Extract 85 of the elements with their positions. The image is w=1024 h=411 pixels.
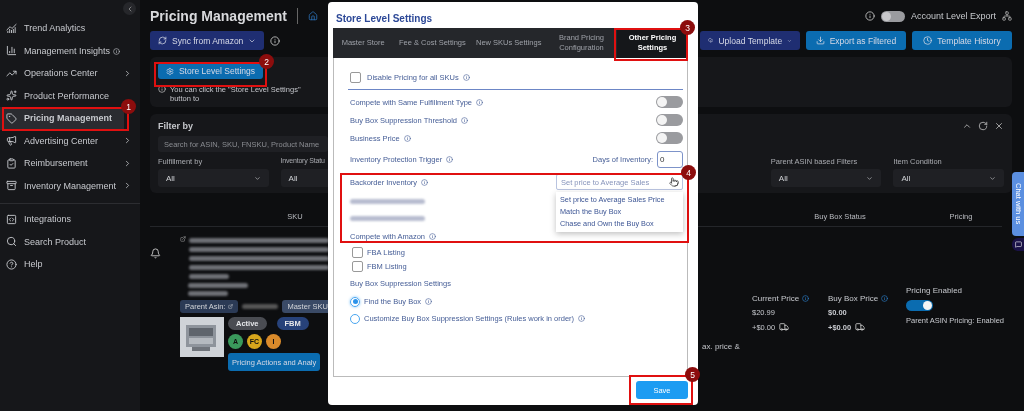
checkbox[interactable] [350,71,361,83]
filter-dropdown[interactable]: All [893,169,1004,187]
truck-icon [779,322,790,332]
checkbox[interactable] [352,260,363,272]
close-icon[interactable] [994,121,1004,131]
link-icon [228,304,234,309]
search-icon [6,236,17,248]
chevron-icon [123,136,132,146]
info-icon [461,116,468,124]
info-icon [446,155,454,163]
info-icon [113,47,121,55]
archive-icon [6,180,17,192]
sync-button[interactable]: Sync from Amazon [150,31,265,50]
info-icon [425,298,433,305]
toolbar-button[interactable]: Upload Template [700,31,800,50]
tag-icon [6,112,17,124]
filter-dropdown[interactable]: All [158,169,269,187]
clock-icon [923,36,933,45]
info-icon [158,85,166,93]
hierarchy-icon[interactable] [1002,11,1012,21]
chevron-icon [123,68,132,78]
collapse-icon[interactable] [962,121,972,131]
bell-icon[interactable] [150,248,161,259]
info-icon [270,35,281,46]
sidebar-item[interactable]: Inventory Management [0,174,136,197]
toolbar-button[interactable]: Template History [912,31,1012,50]
cursor-icon [669,177,679,187]
checkbox[interactable] [352,246,363,258]
truck-icon [855,322,866,332]
sidebar-item[interactable]: Advertising Center [0,129,136,152]
chevron-icon [123,158,132,168]
chart-icon [6,22,17,34]
sidebar-item[interactable]: Trend Analytics [0,17,124,40]
pricing-enabled-label: Pricing Enabled [906,286,964,295]
collapse-button[interactable] [123,2,136,15]
page-title: Pricing Management [150,8,287,24]
refresh-icon[interactable] [978,121,988,131]
sidebar-item[interactable]: Operations Center [0,62,136,85]
help-icon [6,258,17,270]
sidebar-item[interactable]: Help [0,253,124,276]
info-icon [429,232,437,240]
chat-icon[interactable] [1012,238,1024,251]
refresh-icon [158,36,167,45]
price-label: Buy Box Price [828,294,906,303]
dialog-title: Store Level Settings [335,13,434,24]
home-icon[interactable] [307,11,318,21]
pricing-toggle[interactable] [906,300,933,311]
info-icon [476,98,483,106]
description-text: ax. price & [702,342,740,351]
setting-toggle[interactable] [656,114,683,126]
sparkle-icon [6,90,17,102]
days-field[interactable]: 0 [657,150,683,168]
info-icon [578,315,586,322]
toolbar-button[interactable]: Export as Filtered [806,31,906,50]
link-icon[interactable] [180,236,186,242]
sidebar-item[interactable]: Product Performance [0,84,124,107]
info-icon [864,11,875,21]
bar-chart-icon [6,45,17,57]
sidebar-item[interactable]: Reimbursement [0,152,136,175]
setting-toggle[interactable] [656,96,683,108]
upload-icon [708,36,714,45]
code-icon [6,213,17,225]
megaphone-icon [6,135,17,147]
info-icon [421,178,429,186]
sidebar-item[interactable]: Management Insights [0,39,124,62]
sidebar-item[interactable]: Search Product [0,230,124,253]
caret-icon [989,174,996,182]
settings-icon [166,66,174,76]
info-icon [802,295,810,302]
caret-icon [866,174,874,182]
caret-icon [253,174,261,182]
clipboard-icon [6,157,17,169]
info-icon [881,295,889,302]
download-icon [815,36,825,45]
filter-title: Filter by [158,121,193,131]
setting-toggle[interactable] [656,132,683,144]
info-icon [462,73,470,81]
blurred-asin [242,304,279,309]
sidebar-item[interactable]: Pricing Management [0,107,124,130]
sidebar-item[interactable]: Integrations [0,208,124,231]
info-icon [403,134,411,142]
filter-dropdown[interactable]: All [770,169,882,187]
price-label: Current Price [752,294,828,303]
export-toggle[interactable] [880,10,905,22]
toggle-label: Account Level Export [910,11,996,21]
